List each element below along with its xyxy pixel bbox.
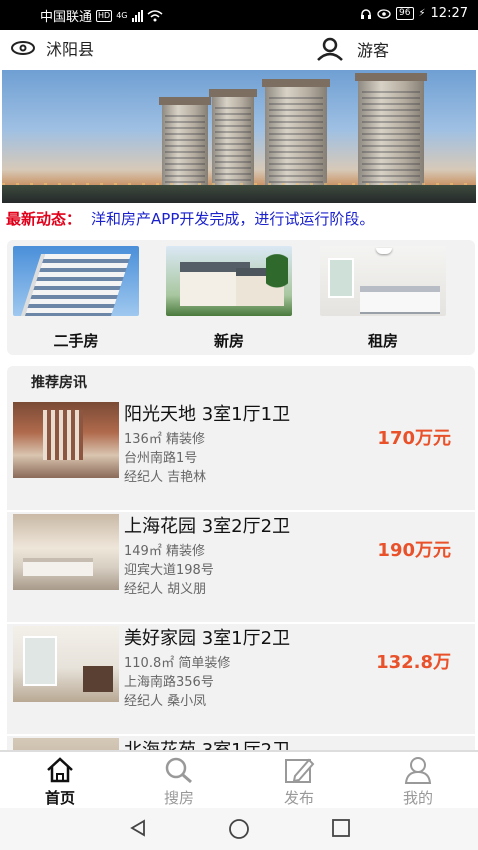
news-label: 最新动态： bbox=[6, 210, 82, 228]
bottom-tab-bar: 首页 搜房 发布 我的 bbox=[0, 750, 478, 808]
carrier-name: 中国联通 bbox=[40, 10, 93, 25]
banner-tower bbox=[262, 79, 330, 191]
user-label: 游客 bbox=[357, 41, 390, 60]
listing-address: 台州南路1号 bbox=[124, 451, 198, 466]
tab-label: 搜房 bbox=[163, 789, 194, 807]
category-panel: 二手房 新房 租房 bbox=[7, 240, 475, 355]
news-ticker[interactable]: 最新动态： 洋和房产APP开发完成，进行试运行阶段。 bbox=[6, 208, 476, 234]
banner-tower bbox=[159, 97, 211, 191]
eye-icon bbox=[377, 8, 391, 19]
home-icon bbox=[47, 757, 73, 783]
category-label: 租房 bbox=[367, 332, 398, 350]
battery-icon: 96 bbox=[396, 7, 414, 20]
status-bar: 中国联通 HD 4G 96 ⚡ 12:27 bbox=[0, 0, 478, 30]
listing-address: 上海南路356号 bbox=[124, 675, 214, 690]
banner-image[interactable] bbox=[2, 70, 476, 203]
listing-item[interactable]: 北海花苑 3室1厅2卫 bbox=[7, 736, 475, 750]
listing-agent: 经纪人 桑小凤 bbox=[124, 694, 207, 709]
search-icon bbox=[165, 757, 192, 784]
tab-home[interactable]: 首页 bbox=[25, 755, 95, 808]
category-new-house[interactable]: 新房 bbox=[166, 246, 292, 351]
tab-label: 首页 bbox=[44, 789, 75, 807]
listing-title: 阳光天地 3室1厅1卫 bbox=[124, 404, 291, 425]
listing-price: 132.8万 bbox=[376, 652, 451, 673]
listing-price: 190万元 bbox=[377, 540, 451, 561]
category-second-hand[interactable]: 二手房 bbox=[13, 246, 139, 351]
listing-area: 149㎡ 精装修 bbox=[124, 544, 205, 559]
listing-item[interactable]: 美好家园 3室1厅2卫 110.8㎡ 简单装修 上海南路356号 经纪人 桑小凤… bbox=[7, 624, 475, 736]
listing-price: 170万元 bbox=[377, 428, 451, 449]
user-icon bbox=[317, 37, 343, 61]
back-icon[interactable] bbox=[128, 818, 148, 838]
app-header: 沭阳县 游客 bbox=[0, 30, 478, 68]
wifi-icon bbox=[147, 9, 162, 21]
tab-publish[interactable]: 发布 bbox=[264, 755, 334, 808]
listing-area: 136㎡ 精装修 bbox=[124, 432, 205, 447]
profile-icon bbox=[404, 757, 432, 784]
listing-title: 美好家园 3室1厅2卫 bbox=[124, 628, 291, 649]
tab-mine[interactable]: 我的 bbox=[383, 755, 453, 808]
news-text: 洋和房产APP开发完成，进行试运行阶段。 bbox=[91, 210, 375, 228]
banner-ground bbox=[2, 185, 476, 203]
recommend-title: 推荐房讯 bbox=[31, 375, 87, 391]
listing-item[interactable]: 上海花园 3室2厅2卫 149㎡ 精装修 迎宾大道198号 经纪人 胡义朋 19… bbox=[7, 512, 475, 624]
signal-icon bbox=[131, 9, 143, 22]
listing-thumbnail bbox=[13, 514, 119, 590]
listing-address: 迎宾大道198号 bbox=[124, 563, 214, 578]
listing-title: 上海花园 3室2厅2卫 bbox=[124, 516, 291, 537]
category-label: 二手房 bbox=[53, 332, 99, 350]
tab-label: 我的 bbox=[402, 789, 433, 807]
listing-agent: 经纪人 吉艳林 bbox=[124, 470, 207, 485]
status-right: 96 ⚡ 12:27 bbox=[360, 6, 468, 21]
edit-icon bbox=[285, 758, 315, 783]
location-label: 沭阳县 bbox=[46, 40, 95, 59]
new-house-image bbox=[166, 246, 292, 316]
listing-title: 北海花苑 3室1厅2卫 bbox=[124, 736, 290, 750]
banner-tower bbox=[209, 89, 257, 191]
listing-thumbnail bbox=[13, 626, 119, 702]
hd-badge: HD bbox=[96, 9, 113, 22]
headset-icon bbox=[361, 8, 372, 19]
listing-item[interactable]: 阳光天地 3室1厅1卫 136㎡ 精装修 台州南路1号 经纪人 吉艳林 170万… bbox=[7, 400, 475, 512]
listing-thumbnail bbox=[13, 738, 119, 750]
recents-icon[interactable] bbox=[331, 818, 351, 838]
listing-thumbnail bbox=[13, 402, 119, 478]
location-selector[interactable]: 沭阳县 bbox=[10, 36, 94, 60]
tab-label: 发布 bbox=[283, 789, 314, 807]
category-rental[interactable]: 租房 bbox=[320, 246, 446, 351]
listing-area: 110.8㎡ 简单装修 bbox=[124, 656, 231, 671]
location-pin-icon bbox=[11, 41, 35, 55]
category-label: 新房 bbox=[213, 332, 244, 350]
recommend-panel: 推荐房讯 阳光天地 3室1厅1卫 136㎡ 精装修 台州南路1号 经纪人 吉艳林… bbox=[7, 366, 475, 750]
home-circle-icon[interactable] bbox=[228, 818, 250, 840]
tab-search[interactable]: 搜房 bbox=[144, 755, 214, 808]
rental-image bbox=[320, 246, 446, 316]
clock: 12:27 bbox=[430, 6, 468, 21]
status-left: 中国联通 HD 4G bbox=[40, 6, 163, 25]
charging-icon: ⚡ bbox=[418, 8, 426, 19]
second-hand-image bbox=[13, 246, 139, 316]
listing-agent: 经纪人 胡义朋 bbox=[124, 582, 207, 597]
system-nav-bar bbox=[0, 808, 478, 850]
banner-tower bbox=[355, 73, 427, 191]
user-entry[interactable]: 游客 bbox=[315, 36, 389, 62]
network-type: 4G bbox=[116, 11, 128, 20]
